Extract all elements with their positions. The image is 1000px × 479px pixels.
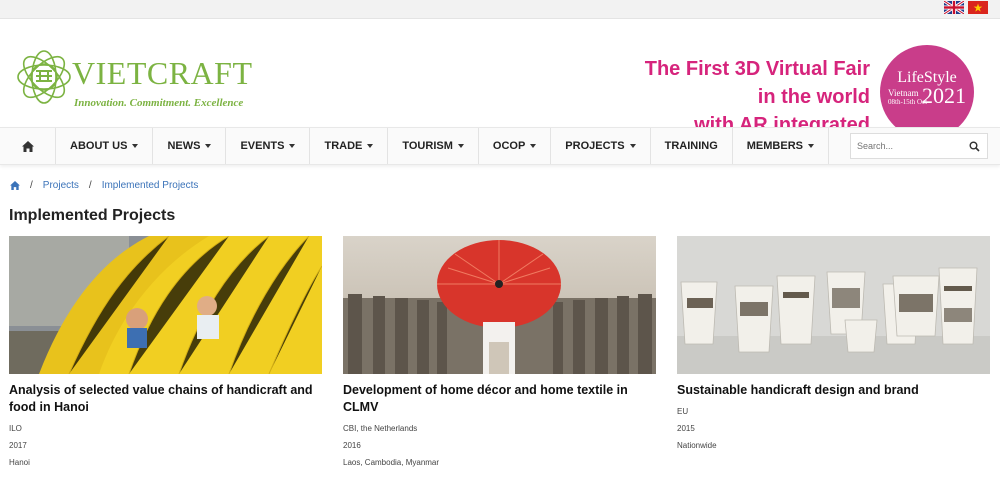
breadcrumb: / Projects / Implemented Projects — [10, 180, 198, 191]
caret-down-icon — [367, 144, 374, 148]
nav-events[interactable]: EVENTS — [226, 128, 311, 164]
project-image[interactable] — [343, 236, 656, 374]
project-sponsor: EU — [677, 407, 689, 416]
search-input[interactable] — [851, 134, 973, 158]
ceramic-cups-photo — [677, 236, 990, 374]
nav-label: PROJECTS — [565, 140, 625, 152]
logo-tagline: Innovation. Commitment. Excellence — [74, 97, 244, 109]
project-year: 2015 — [677, 424, 695, 433]
lifestyle-vietnam-badge[interactable]: LifeStyle Vietnam 08th-15th Oct 2021 — [880, 45, 974, 139]
nav-ocop[interactable]: OCOP — [479, 128, 552, 164]
nav-about-us[interactable]: ABOUT US — [56, 128, 154, 164]
nav-trade[interactable]: TRADE — [310, 128, 389, 164]
project-image[interactable] — [9, 236, 322, 374]
caret-down-icon — [205, 144, 212, 148]
nav-label: TOURISM — [402, 140, 453, 152]
nav-members[interactable]: MEMBERS — [733, 128, 829, 164]
caret-down-icon — [289, 144, 296, 148]
caret-down-icon — [808, 144, 814, 148]
nav-label: TRADE — [324, 140, 363, 152]
home-icon[interactable] — [10, 181, 20, 190]
logo-wordmark: VIETCRAFT — [72, 55, 253, 91]
yellow-baskets-photo — [9, 236, 322, 374]
nav-label: MEMBERS — [746, 140, 803, 152]
nav-training[interactable]: TRAINING — [651, 128, 733, 164]
search-box — [850, 133, 988, 159]
nav-news[interactable]: NEWS — [153, 128, 227, 164]
promo-line-2: in the world — [757, 86, 870, 108]
project-card[interactable]: Analysis of selected value chains of han… — [9, 236, 322, 467]
uk-flag-icon[interactable] — [944, 1, 964, 14]
project-image[interactable] — [677, 236, 990, 374]
caret-down-icon — [530, 144, 537, 148]
project-sponsor: CBI, the Netherlands — [343, 424, 418, 433]
badge-subtitle: Vietnam — [888, 88, 919, 98]
search-icon[interactable] — [969, 141, 980, 152]
page-title: Implemented Projects — [9, 207, 176, 224]
breadcrumb-current[interactable]: Implemented Projects — [102, 180, 199, 191]
vietnam-flag-icon[interactable] — [968, 1, 988, 14]
red-umbrella-photo — [343, 236, 656, 374]
nav-label: NEWS — [167, 140, 201, 152]
project-card[interactable]: Sustainable handicraft design and brand … — [677, 236, 990, 450]
nav-label: OCOP — [492, 140, 526, 152]
project-title[interactable]: Sustainable handicraft design and brand — [677, 382, 990, 399]
site-logo[interactable]: VIETCRAFT Innovation. Commitment. Excell… — [8, 39, 268, 135]
project-year: 2016 — [343, 441, 361, 450]
home-icon — [21, 140, 34, 152]
caret-down-icon — [629, 144, 636, 148]
project-location: Nationwide — [677, 441, 717, 450]
nav-tourism[interactable]: TOURISM — [388, 128, 479, 164]
breadcrumb-separator: / — [30, 180, 33, 191]
project-card[interactable]: Development of home décor and home texti… — [343, 236, 656, 467]
nav-home[interactable] — [0, 128, 56, 164]
caret-down-icon — [457, 144, 464, 148]
breadcrumb-separator: / — [88, 180, 92, 191]
nav-label: TRAINING — [664, 140, 718, 152]
language-switcher — [944, 1, 988, 14]
nav-projects[interactable]: PROJECTS — [551, 128, 651, 164]
project-title[interactable]: Analysis of selected value chains of han… — [9, 382, 322, 416]
breadcrumb-projects-link[interactable]: Projects — [43, 180, 79, 191]
caret-down-icon — [132, 144, 139, 148]
project-location: Laos, Cambodia, Myanmar — [343, 458, 440, 467]
nav-label: ABOUT US — [70, 140, 128, 152]
promo-line-1: The First 3D Virtual Fair — [644, 58, 870, 80]
main-navigation: ABOUT US NEWS EVENTS TRADE TOURISM OCOP … — [0, 127, 1000, 165]
project-year: 2017 — [9, 441, 27, 450]
project-title[interactable]: Development of home décor and home texti… — [343, 382, 656, 416]
top-bar — [0, 0, 1000, 19]
project-location: Hanoi — [9, 458, 30, 467]
badge-year: 2021 — [922, 83, 966, 108]
project-sponsor: ILO — [9, 424, 22, 433]
lotus-logo-icon — [17, 50, 71, 104]
nav-label: EVENTS — [240, 140, 285, 152]
site-header: VIETCRAFT Innovation. Commitment. Excell… — [0, 19, 1000, 139]
